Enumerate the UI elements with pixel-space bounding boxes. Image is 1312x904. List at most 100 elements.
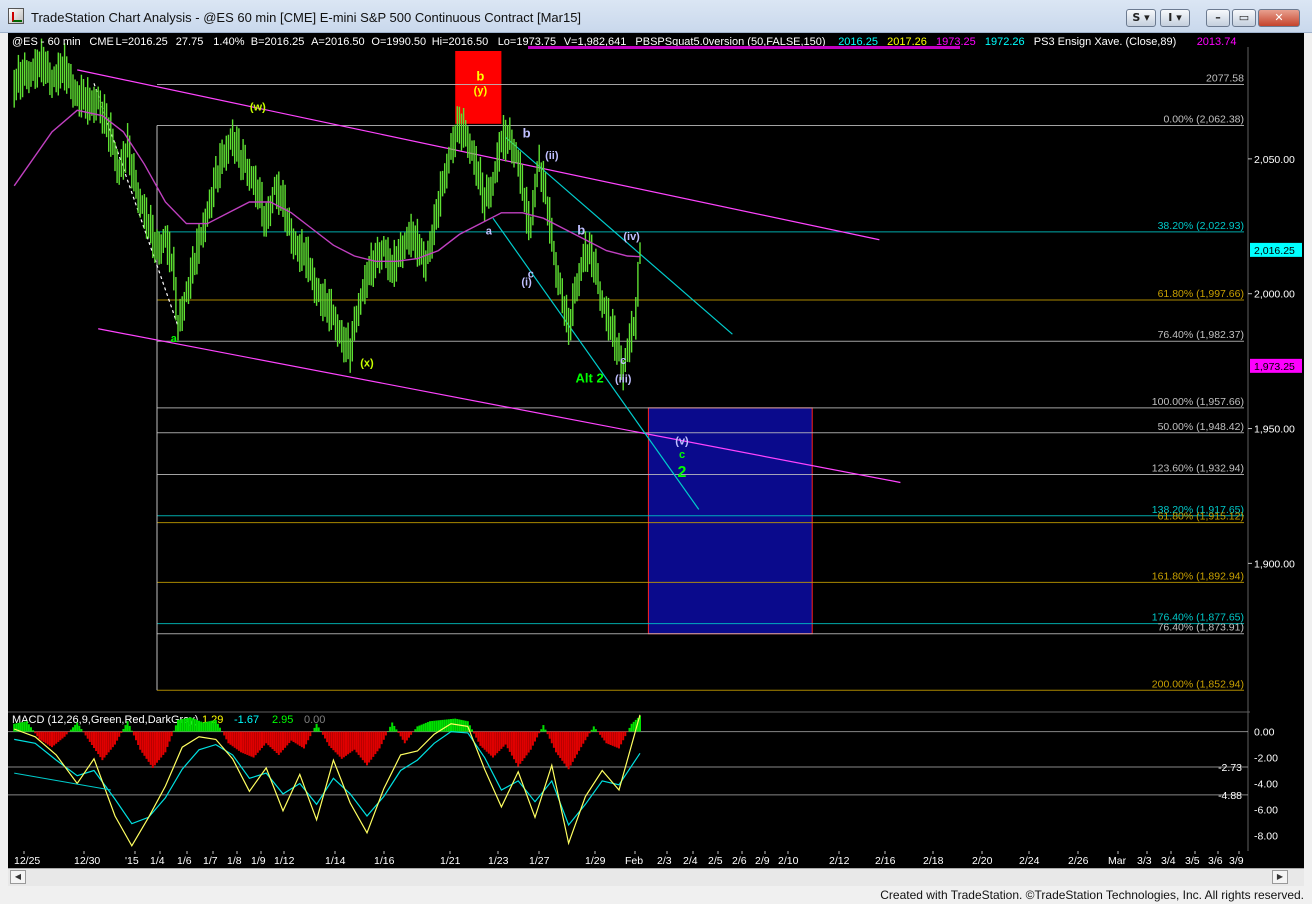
price-tick-label: 2,050.00 <box>1254 154 1295 166</box>
macd-ref-label: -4.88 <box>1218 790 1242 802</box>
tradestation-credit: Created with TradeStation. ©TradeStation… <box>880 888 1304 902</box>
strategy-s-button[interactable]: S ▾ <box>1126 9 1156 27</box>
date-tick-label: 2/12 <box>829 855 850 867</box>
fib-level-label: 50.00% (1,948.42) <box>1158 421 1244 433</box>
date-tick-label: 1/8 <box>227 855 242 867</box>
price-axis: 1,900.00 1,950.00 2,000.00 2,050.00 2,016.25… <box>1248 154 1302 570</box>
wave-label: (i) <box>521 277 532 289</box>
wave-label: 2 <box>678 464 687 481</box>
fib-level-label: 100.00% (1,957.66) <box>1152 396 1244 408</box>
wave-label: a <box>486 225 493 237</box>
date-tick-label: 12/30 <box>74 855 100 867</box>
wave-label: c <box>620 355 626 367</box>
wave-label: (w) <box>250 101 266 113</box>
fib-level-label: 76.40% (1,982.37) <box>1158 329 1244 341</box>
date-tick-label: 1/14 <box>325 855 346 867</box>
date-tick-label: 3/4 <box>1161 855 1176 867</box>
date-tick-label: 3/9 <box>1229 855 1244 867</box>
date-tick-label: 3/5 <box>1185 855 1200 867</box>
price-series <box>13 38 641 391</box>
date-tick-label: 2/16 <box>875 855 896 867</box>
fib-level-label: 61.80% (1,915.12) <box>1158 511 1244 523</box>
trendline <box>98 328 901 484</box>
header-value: Hi=2016.50 <box>432 36 489 48</box>
date-axis: 12/25 12/30 '15 1/4 1/6 1/7 1/8 1/9 1/12 1/14 1/16… <box>14 851 1244 867</box>
window-title: TradeStation Chart Analysis - @ES 60 min… <box>31 10 582 25</box>
scroll-left-arrow-icon[interactable]: ◀ <box>10 870 26 884</box>
wave-label: c <box>679 449 685 461</box>
target-zone-layer <box>455 51 813 635</box>
wave-label: (ii) <box>545 150 559 162</box>
wave-label: (v) <box>675 436 689 448</box>
window-titlebar: TradeStation Chart Analysis - @ES 60 min… <box>0 0 1312 33</box>
date-tick-label: 2/18 <box>923 855 944 867</box>
close-button[interactable]: ✕ <box>1258 9 1300 27</box>
macd-tick-label: -6.00 <box>1254 804 1278 816</box>
horizontal-scrollbar[interactable]: ◀ ▶ <box>8 868 1304 886</box>
tradestation-app-icon <box>8 8 24 24</box>
wave-label: Alt 2 <box>576 371 604 386</box>
header-value: B=2016.25 <box>251 36 305 48</box>
date-tick-label: 1/4 <box>150 855 165 867</box>
date-tick-label: 1/12 <box>274 855 295 867</box>
last-price-marker-label: 1,973.25 <box>1254 361 1295 373</box>
scroll-right-arrow-icon[interactable]: ▶ <box>1272 870 1288 884</box>
date-tick-label: 12/25 <box>14 855 40 867</box>
wave-label: (iv) <box>623 231 640 243</box>
price-tick-label: 2,000.00 <box>1254 289 1295 301</box>
macd-tick-label: -4.00 <box>1254 779 1278 791</box>
header-value: CME <box>89 36 113 48</box>
wave-label: a <box>171 333 178 345</box>
date-tick-label: 1/9 <box>251 855 266 867</box>
strategy-s-label: S <box>1132 11 1141 24</box>
macd-title: MACD (12,26,9,Green,Red,DarkGray) <box>12 714 198 726</box>
header-value: @ES - 60 min <box>12 36 81 48</box>
date-tick-label: '15 <box>125 855 139 867</box>
price-chart-svg: 2077.58 0.00% (2,062.38) 38.20% (2,022.93)… <box>8 36 1302 867</box>
chart-header: @ES - 60 min CME L=2016.25 27.75 1.40% B=2016… <box>12 36 1236 49</box>
fib-level-label: 61.80% (1,997.66) <box>1158 288 1244 300</box>
macd-tick-label: -2.00 <box>1254 753 1278 765</box>
date-tick-label: 2/5 <box>708 855 723 867</box>
macd-trend-overlay <box>14 772 111 791</box>
wave-label: (y) <box>474 85 488 97</box>
fib-level-label: 161.80% (1,892.94) <box>1152 570 1244 582</box>
date-tick-label: 2/24 <box>1019 855 1040 867</box>
wave-label: b <box>476 69 484 84</box>
price-tick-label: 1,900.00 <box>1254 558 1295 570</box>
restore-button[interactable]: ▭ <box>1232 9 1256 27</box>
header-value: PS3 Ensign Xave. (Close,89) <box>1034 36 1176 48</box>
fib-level-label: 76.40% (1,873.91) <box>1158 622 1244 634</box>
indicator-i-label: I <box>1168 11 1173 24</box>
date-tick-label: 1/7 <box>203 855 218 867</box>
macd-legend-value: 2.95 <box>272 714 293 726</box>
header-value: 1972.26 <box>985 36 1025 48</box>
fib-level-label: 200.00% (1,852.94) <box>1152 678 1244 690</box>
date-tick-label: 2/26 <box>1068 855 1089 867</box>
macd-tick-label: -8.00 <box>1254 830 1278 842</box>
date-tick-label: 1/23 <box>488 855 509 867</box>
fib-level-label: 2077.58 <box>1206 72 1244 84</box>
header-indicator-bar <box>528 46 960 49</box>
header-value: 27.75 <box>176 36 204 48</box>
macd-legend-value: -1.67 <box>234 714 259 726</box>
date-tick-label: 1/6 <box>177 855 192 867</box>
date-tick-label: 2/3 <box>657 855 672 867</box>
fib-level-label: 0.00% (2,062.38) <box>1163 113 1244 125</box>
macd-legend-value: 0.00 <box>304 714 325 726</box>
header-value: 2013.74 <box>1197 36 1237 48</box>
macd-panel: MACD (12,26,9,Green,Red,DarkGray) 1.29 -1.… <box>8 714 1278 848</box>
status-bar: Created with TradeStation. ©TradeStation… <box>0 886 1312 904</box>
date-tick-label: 1/29 <box>585 855 606 867</box>
date-tick-label: 2/20 <box>972 855 993 867</box>
header-value: A=2016.50 <box>311 36 365 48</box>
indicator-i-button[interactable]: I ▾ <box>1160 9 1190 27</box>
date-tick-label: 2/6 <box>732 855 747 867</box>
date-tick-label: 2/10 <box>778 855 799 867</box>
wave-label: b <box>523 125 531 140</box>
wave-label: (x) <box>360 358 374 370</box>
macd-tick-label: 0.00 <box>1254 727 1275 739</box>
minimize-button[interactable]: – <box>1206 9 1230 27</box>
wave-label: (iii) <box>615 374 632 386</box>
date-tick-label: Feb <box>625 855 643 867</box>
